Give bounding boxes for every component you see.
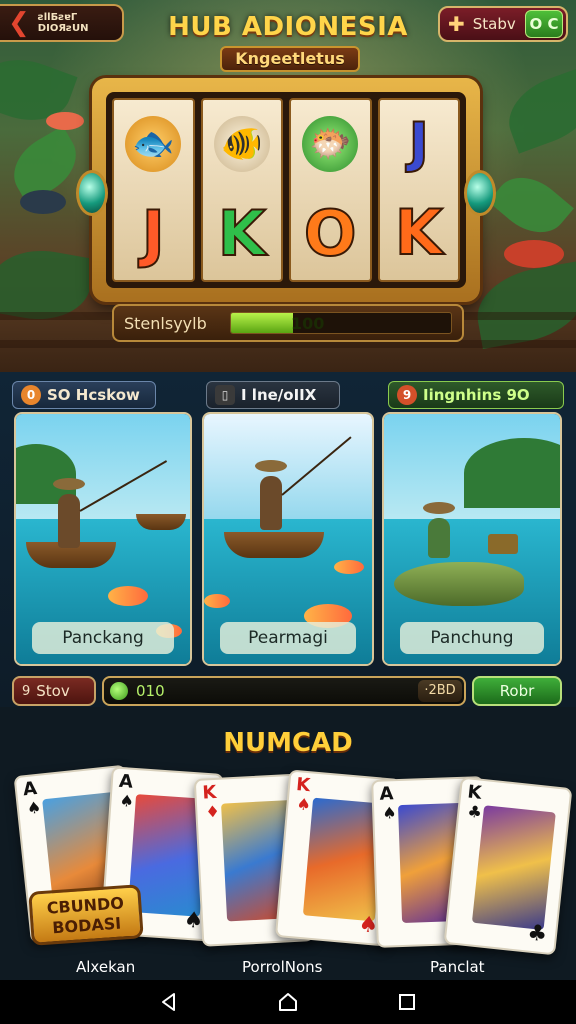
page-title: HUB ADIONESIA (168, 12, 408, 42)
card-suit: ♣ (466, 801, 483, 822)
reel-letter: K (394, 196, 444, 269)
card-suit: ♠ (25, 797, 43, 819)
angler-figure (53, 478, 85, 548)
reel: J K (377, 98, 460, 282)
activity-card-label: Panchung (400, 622, 544, 654)
rocky-island (464, 438, 560, 508)
back-arrow-icon: ❮ (8, 8, 30, 38)
fish-decoration (46, 112, 84, 130)
plus-icon: ✚ (448, 12, 465, 36)
card-rank: K (295, 774, 312, 797)
jungle-leaf (498, 66, 576, 154)
reel-letter: J (141, 196, 166, 270)
fish (108, 586, 148, 606)
back-label-line2: DIOЯƨUN (37, 23, 89, 34)
boat (224, 532, 324, 558)
back-label-line1: ƨllБƨɐГ (37, 12, 78, 23)
big-fish (394, 562, 524, 606)
card-rank: A (118, 770, 134, 793)
card-rank: K (466, 781, 483, 804)
golden-fish-icon: 🐟 (125, 115, 182, 172)
jungle-leaf (488, 163, 574, 247)
card-art (471, 805, 556, 931)
reel: 🐟 J (112, 98, 195, 282)
card-caption: Panclat (430, 958, 485, 976)
white-fish-icon: 🐠 (213, 115, 270, 172)
badge-icon: 9 (397, 385, 417, 405)
activity-tag-2[interactable]: ▯ I lne/oIIX (206, 381, 340, 409)
activity-tag-3[interactable]: 9 Iingnhins 9O (388, 381, 564, 409)
nav-back-button[interactable] (156, 989, 182, 1015)
nav-recents-button[interactable] (394, 989, 420, 1015)
game-logo-badge: CBUNDO BODASI (28, 884, 144, 946)
jungle-leaf (470, 260, 576, 350)
playing-card[interactable]: K ♣ ♣ (443, 776, 573, 956)
action-bar: 9 Stov 010 ·2BD Robr (0, 672, 576, 712)
activity-tag-1[interactable]: 0 SO Hcskow (12, 381, 156, 409)
slot-reels: 🐟 J 🐠 K 🐡 O J K (106, 92, 466, 288)
reel: 🐠 K (200, 98, 283, 282)
card-rank: K (201, 781, 217, 804)
status-label: Stabv (472, 15, 516, 33)
progress-label: Stenlsyylb (124, 313, 207, 333)
slot-machine: 🐟 J 🐠 K 🐡 O J K (76, 78, 496, 302)
progress-value: 100 (291, 314, 325, 333)
back-button[interactable]: ❮ ƨllБƨɐГ DIOЯƨUN (0, 4, 124, 42)
stov-button[interactable]: 9 Stov (12, 676, 96, 706)
balance-value: 010 (136, 682, 165, 700)
progress-fill (231, 313, 293, 333)
card-suit: ♦ (204, 801, 221, 822)
card-suit: ♠ (295, 794, 312, 815)
progress-plate: Stenlsyylb 100 (112, 304, 464, 342)
reel-letter: O (303, 196, 358, 270)
activity-tag-label: Iingnhins 9O (423, 386, 530, 404)
section-title: NUMCAD (223, 728, 353, 758)
system-nav-bar (0, 980, 576, 1024)
nav-back-icon (162, 993, 176, 1011)
balance-bar: 010 ·2BD (102, 676, 466, 706)
activity-card-label: Panckang (32, 622, 174, 654)
bolt-icon: 0 (21, 385, 41, 405)
coin-icon (110, 682, 128, 700)
card-suit: ♠ (381, 803, 397, 823)
card-rank: A (379, 783, 394, 805)
crate (488, 534, 518, 554)
card-suit-corner: ♣ (526, 920, 549, 948)
activity-card-2[interactable]: Pearmagi (202, 412, 374, 666)
rider-figure (423, 502, 455, 558)
card-rank: A (21, 777, 38, 801)
fish-decoration (20, 190, 66, 214)
green-fish-icon: 🐡 (302, 115, 359, 172)
activity-card-label: Pearmagi (220, 622, 356, 654)
card-icon: ▯ (215, 385, 235, 405)
status-value: O C (525, 10, 563, 38)
activity-tag-label: I lne/oIIX (241, 386, 317, 404)
slot-hero: ❮ ƨllБƨɐГ DIOЯƨUN HUB ADIONESIA Kngeetle… (0, 0, 576, 372)
status-pill[interactable]: ✚ Stabv O C (438, 6, 568, 42)
fish (334, 560, 364, 574)
nav-recents-icon (398, 994, 415, 1010)
page-subtitle: Kngeetletus (220, 46, 360, 72)
reel-top-letter: J (408, 111, 430, 174)
card-sky (204, 414, 372, 527)
activity-tag-label: SO Hcskow (47, 386, 140, 404)
card-caption: Alxekan (76, 958, 136, 976)
progress-bar: 100 (230, 312, 452, 334)
activity-card-3[interactable]: Panchung (382, 412, 562, 666)
red-fish-decoration (504, 240, 564, 268)
nav-home-button[interactable] (275, 989, 301, 1015)
nav-home-icon (278, 993, 297, 1011)
stov-icon: 9 (22, 683, 31, 699)
balance-end-value: ·2BD (418, 680, 462, 702)
angler-figure (255, 460, 287, 530)
stov-label: Stov (36, 682, 70, 700)
fish (204, 594, 230, 608)
card-suit: ♠ (118, 790, 135, 811)
reel: 🐡 O (289, 98, 372, 282)
card-caption: PorrolNons (242, 958, 323, 976)
activity-card-1[interactable]: Panckang (14, 412, 192, 666)
back-label: ƨllБƨɐГ DIOЯƨUN (38, 12, 89, 34)
reel-letter: K (217, 196, 267, 270)
go-button[interactable]: Robr (472, 676, 562, 706)
